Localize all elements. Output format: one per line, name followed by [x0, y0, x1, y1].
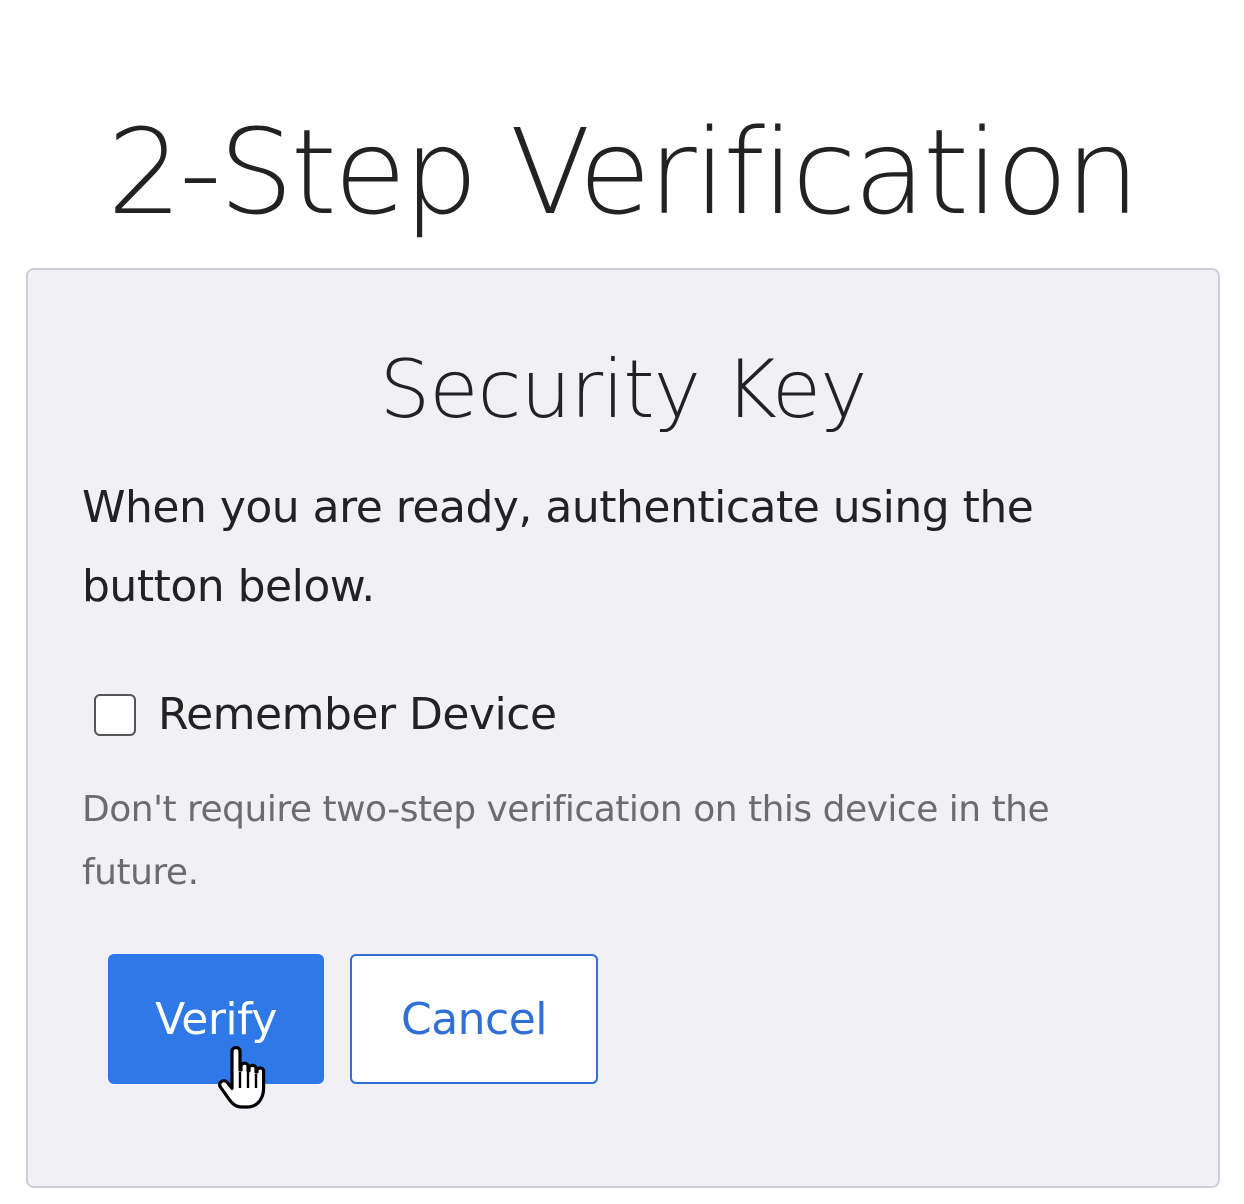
- remember-device-label: Remember Device: [158, 689, 557, 740]
- card-title: Security Key: [379, 343, 868, 436]
- remember-device-checkbox[interactable]: [94, 694, 136, 736]
- cancel-button[interactable]: Cancel: [350, 954, 598, 1084]
- instructions-text: When you are ready, authenticate using t…: [82, 482, 1034, 612]
- remember-device-option[interactable]: Remember Device: [94, 680, 557, 750]
- page-title: 2-Step Verification: [107, 103, 1140, 242]
- hand-pointer-icon: [218, 1046, 266, 1109]
- remember-device-help-text: Don't require two-step verification on t…: [82, 789, 1050, 893]
- security-key-card: Security Key When you are ready, authent…: [26, 268, 1220, 1188]
